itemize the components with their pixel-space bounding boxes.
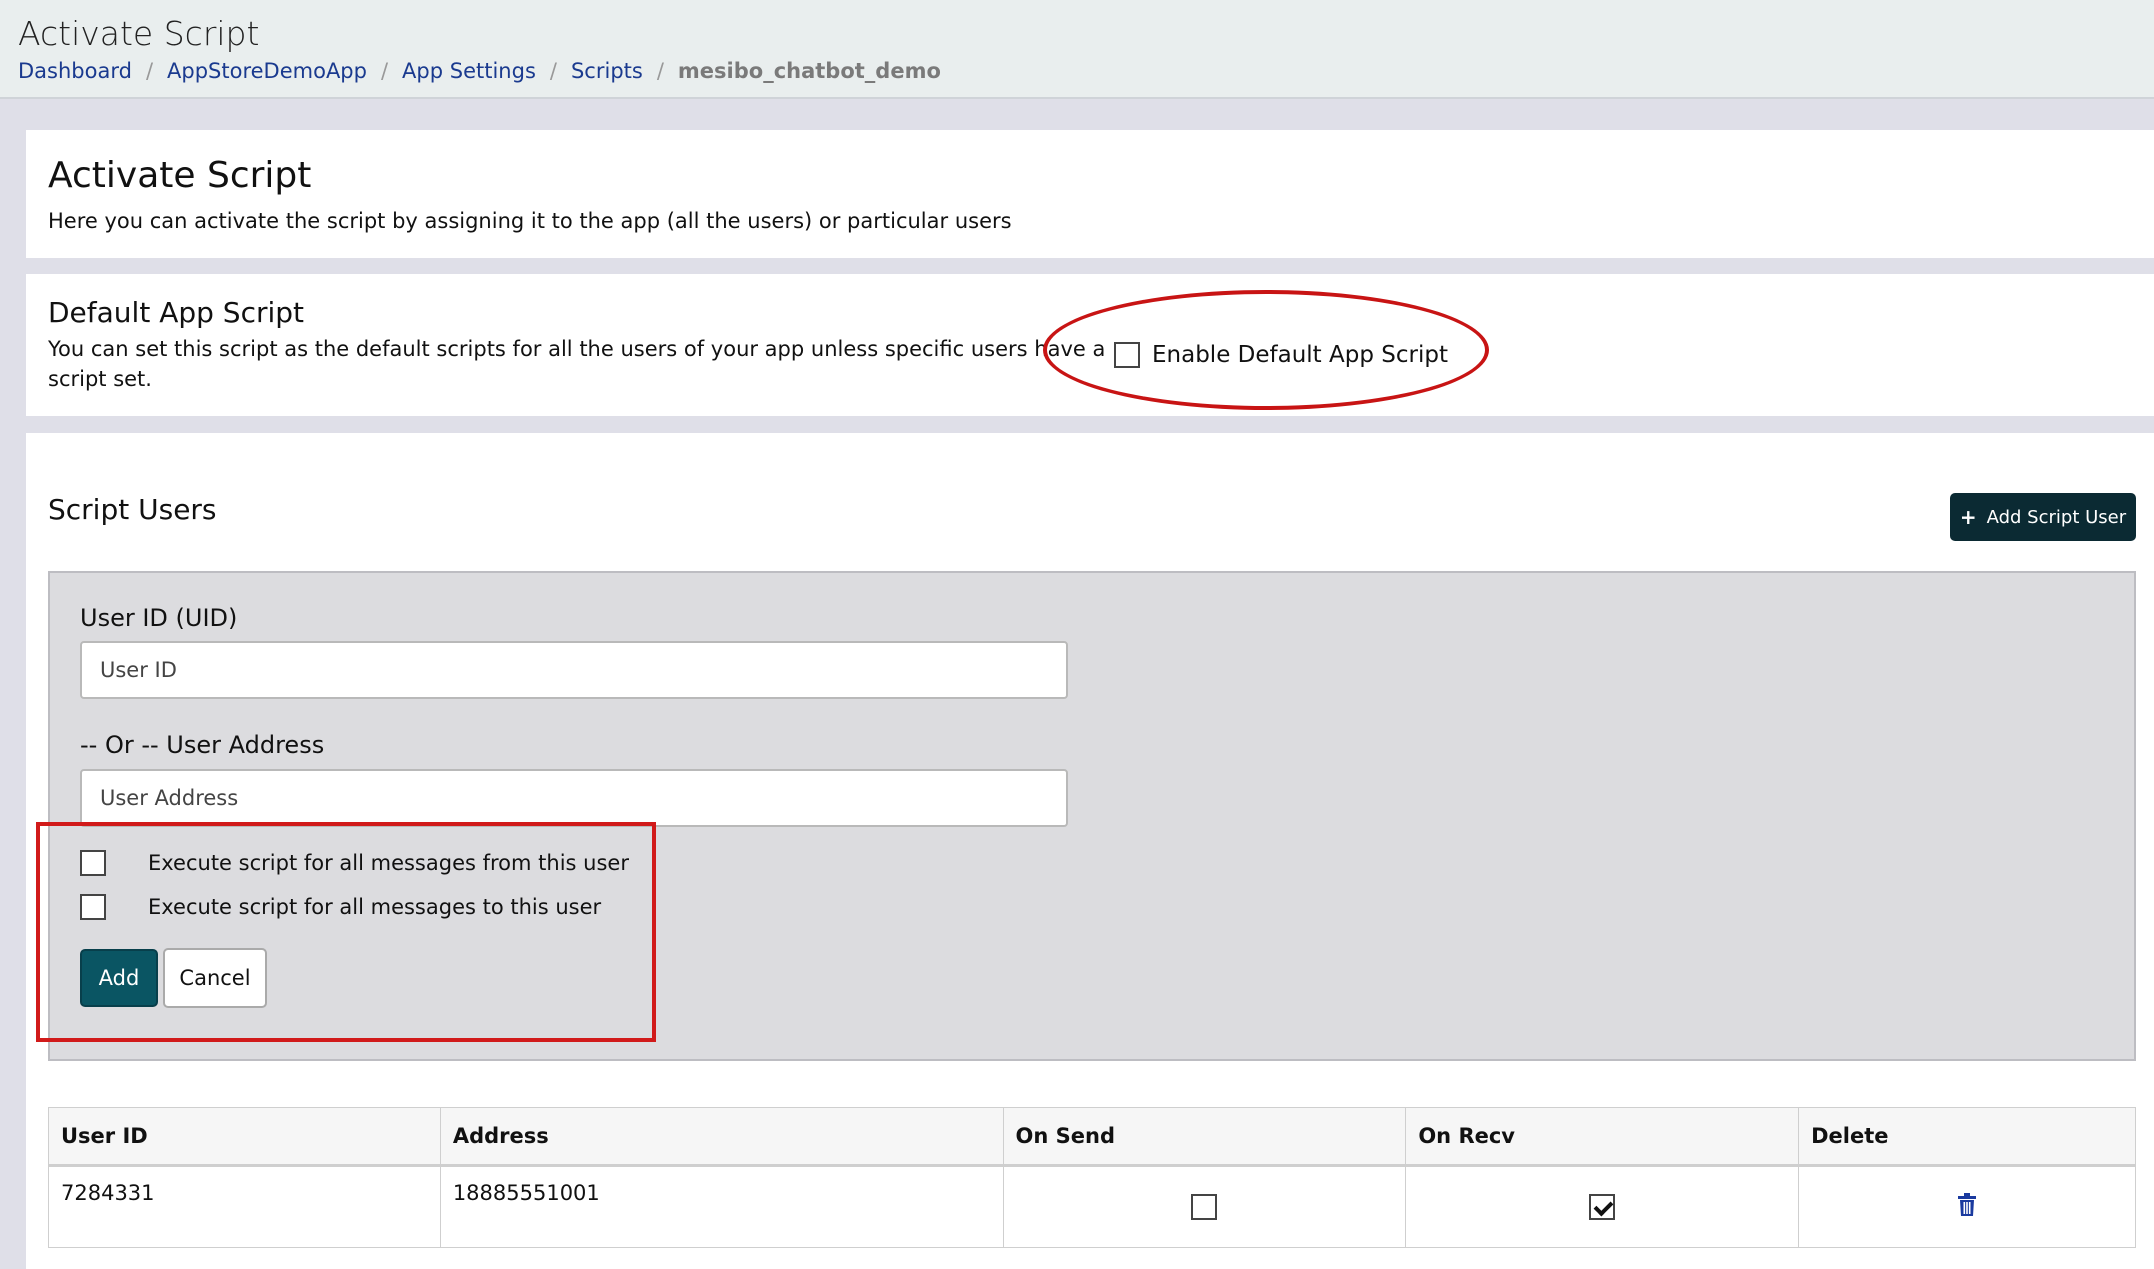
cell-user-id: 7284331 [48, 1165, 441, 1248]
page-title: Activate Script [18, 14, 260, 53]
col-header-user-id: User ID [48, 1107, 441, 1167]
script-users-title: Script Users [48, 493, 217, 526]
table-header-row: User ID Address On Send On Recv Delete [48, 1107, 2136, 1167]
top-bar: Activate Script Dashboard / AppStoreDemoAp… [0, 0, 2154, 99]
intro-title: Activate Script [48, 155, 312, 196]
uid-label: User ID (UID) [80, 604, 238, 632]
breadcrumb-separator: / [145, 59, 154, 83]
uid-input[interactable]: User ID [80, 641, 1068, 699]
breadcrumb-separator: / [656, 59, 664, 83]
breadcrumb-current: mesibo_chatbot_demo [677, 59, 941, 83]
on-recv-checkbox[interactable] [1589, 1194, 1616, 1220]
breadcrumb-separator: / [380, 59, 389, 83]
breadcrumb-dashboard[interactable]: Dashboard [18, 59, 132, 83]
cell-address: 18885551001 [439, 1165, 1004, 1248]
default-script-description-line2: script set. [48, 367, 152, 391]
add-script-user-button[interactable]: + Add Script User [1950, 493, 2136, 541]
default-script-description: You can set this script as the default s… [48, 334, 1105, 394]
col-header-delete: Delete [1798, 1107, 2136, 1167]
annotation-ellipse [1043, 290, 1489, 410]
breadcrumb-app-settings[interactable]: App Settings [402, 59, 536, 83]
address-input[interactable]: User Address [80, 769, 1068, 827]
col-header-address: Address [439, 1107, 1004, 1167]
annotation-rectangle [36, 822, 656, 1042]
breadcrumb-app[interactable]: AppStoreDemoApp [167, 59, 367, 83]
trash-icon[interactable] [1957, 1192, 1977, 1217]
plus-icon: + [1959, 505, 1977, 529]
add-script-user-label: Add Script User [1986, 506, 2127, 528]
col-header-on-recv: On Recv [1405, 1107, 1800, 1167]
address-label: -- Or -- User Address [80, 731, 325, 759]
col-header-on-send: On Send [1002, 1107, 1407, 1167]
script-users-table: User ID Address On Send On Recv Delete 7… [48, 1107, 2136, 1248]
default-script-description-line1: You can set this script as the default s… [48, 337, 1106, 361]
on-send-checkbox[interactable] [1191, 1194, 1218, 1220]
cell-on-recv [1405, 1165, 1800, 1248]
cell-on-send [1002, 1165, 1407, 1248]
intro-panel: Activate Script Here you can activate th… [26, 130, 2154, 258]
intro-description: Here you can activate the script by assi… [48, 209, 1012, 233]
default-script-title: Default App Script [48, 296, 305, 329]
table-row: 7284331 18885551001 [48, 1165, 2136, 1248]
breadcrumb-scripts[interactable]: Scripts [571, 59, 643, 83]
breadcrumb-separator: / [549, 59, 557, 83]
breadcrumb: Dashboard / AppStoreDemoApp / App Settings / S… [18, 59, 941, 83]
cell-delete [1798, 1165, 2136, 1248]
